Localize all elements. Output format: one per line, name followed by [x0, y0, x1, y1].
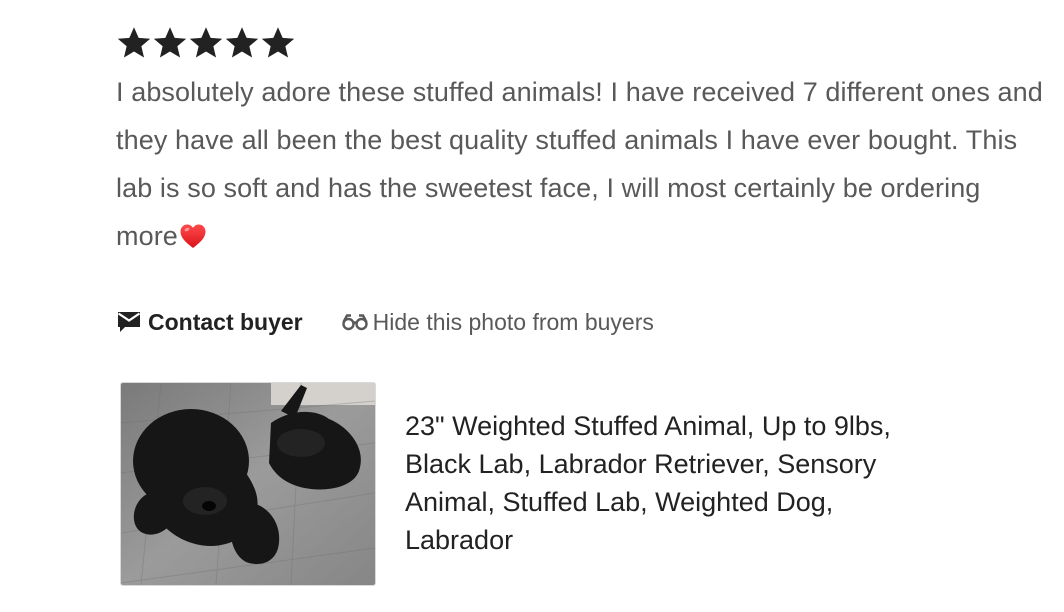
star-icon: [188, 25, 224, 61]
star-icon: [152, 25, 188, 61]
product-title-link[interactable]: 23" Weighted Stuffed Animal, Up to 9lbs,…: [405, 407, 895, 586]
hide-photo-label: Hide this photo from buyers: [372, 308, 654, 335]
star-icon: [116, 25, 152, 61]
review-card: I absolutely adore these stuffed animals…: [116, 22, 1046, 260]
star-rating: [116, 22, 1046, 64]
message-icon: [116, 310, 142, 334]
star-icon: [260, 25, 296, 61]
red-heart-icon: [179, 223, 207, 249]
product-listing: 23" Weighted Stuffed Animal, Up to 9lbs,…: [120, 382, 895, 586]
review-actions: Contact buyer Hide this photo from buyer…: [116, 302, 654, 342]
review-text: I absolutely adore these stuffed animals…: [116, 68, 1046, 260]
product-photo[interactable]: [120, 382, 376, 586]
contact-buyer-button[interactable]: Contact buyer: [116, 309, 303, 336]
glasses-icon: [341, 311, 369, 333]
star-icon: [224, 25, 260, 61]
hide-photo-button[interactable]: Hide this photo from buyers: [341, 309, 654, 336]
contact-buyer-label: Contact buyer: [148, 308, 303, 335]
review-body: I absolutely adore these stuffed animals…: [116, 77, 1043, 251]
